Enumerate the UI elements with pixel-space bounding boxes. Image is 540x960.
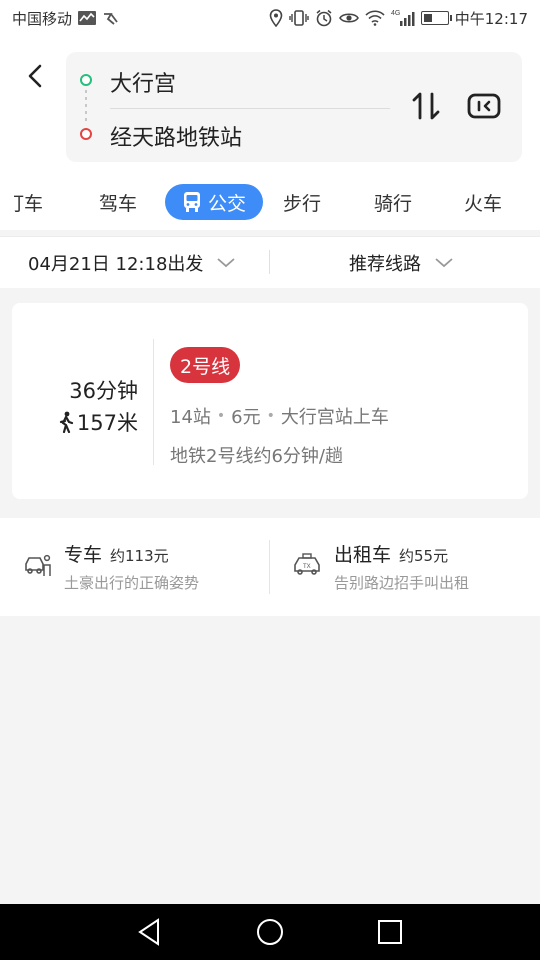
origin-input[interactable]: 大行宫	[110, 66, 176, 98]
tab-taxi[interactable]: 打车	[0, 184, 54, 220]
fare: 6元	[231, 407, 261, 428]
walk-distance: 157米	[57, 407, 138, 437]
triangle-back-icon	[138, 918, 159, 946]
service-name: 专车	[64, 544, 103, 566]
departure-time-dropdown[interactable]: 04月21日 12:18出发	[28, 237, 235, 289]
carrier-label: 中国移动	[12, 9, 73, 28]
system-nav-bar	[0, 904, 540, 960]
route-connector	[85, 90, 87, 122]
location-icon	[269, 9, 283, 27]
service-subtitle: 告别路边招手叫出租	[334, 574, 470, 592]
tab-label: 火车	[463, 192, 502, 215]
chevron-down-icon	[435, 258, 453, 268]
activity-icon	[78, 11, 97, 25]
taxi-icon: TX	[294, 553, 320, 575]
car-icon	[25, 554, 51, 576]
service-subtitle: 土豪出行的正确姿势	[64, 574, 200, 592]
service-price: 约113元	[110, 547, 169, 565]
battery-level	[423, 14, 432, 22]
ride-services: 专车 约113元 土豪出行的正确姿势 TX 出租车 约55元 告别路边招手叫出租	[0, 518, 540, 616]
route-header: 大行宫 经天路地铁站	[0, 36, 540, 174]
route-divider-vertical	[153, 339, 154, 465]
tab-label: 驾车	[98, 192, 137, 215]
walk-distance-label: 157米	[76, 411, 138, 435]
premium-car-service[interactable]: 专车 约113元 土豪出行的正确姿势	[22, 540, 262, 594]
nav-back-button[interactable]	[134, 916, 166, 948]
taxi-service[interactable]: TX 出租车 约55元 告别路边招手叫出租	[292, 540, 532, 594]
swap-icon	[412, 92, 440, 120]
chevron-down-icon	[217, 258, 235, 268]
clock: 中午12:17	[454, 9, 528, 28]
services-divider	[269, 540, 270, 594]
svg-text:TX: TX	[303, 564, 311, 570]
tab-bike[interactable]: 骑行	[361, 184, 425, 220]
more-options-button[interactable]	[466, 90, 502, 122]
filter-bar: 04月21日 12:18出发 推荐线路	[0, 236, 540, 288]
walking-icon	[59, 411, 74, 433]
service-price: 约55元	[399, 547, 449, 565]
tab-walk[interactable]: 步行	[270, 184, 334, 220]
route-meta: 14站 • 6元 • 大行宫站上车	[170, 403, 389, 429]
origin-dot-icon	[80, 74, 92, 86]
bus-icon	[183, 192, 200, 212]
route-preference-label: 推荐线路	[349, 254, 421, 275]
separator-dot: •	[216, 408, 226, 424]
square-recents-icon	[378, 920, 402, 944]
separator-dot: •	[266, 408, 275, 424]
boarding-station: 大行宫站上车	[280, 407, 389, 428]
vibrate-icon	[289, 10, 309, 26]
tab-drive[interactable]: 驾车	[86, 184, 150, 220]
nav-recents-button[interactable]	[374, 916, 406, 948]
stop-count: 14站	[170, 407, 211, 428]
chevron-left-icon	[28, 64, 42, 88]
line-badge: 2号线	[170, 347, 241, 383]
swap-route-button[interactable]	[410, 88, 442, 124]
tab-train[interactable]: 火车	[451, 184, 515, 220]
route-divider	[110, 108, 390, 109]
signal-icon: 4G	[391, 9, 415, 27]
service-title: 出租车 约55元	[334, 540, 448, 567]
network-type-label: 4G	[391, 10, 400, 17]
transport-mode-tabs: 打车 驾车 公交 步行 骑行 火车	[0, 174, 540, 230]
alarm-icon	[315, 9, 333, 27]
circle-home-icon	[257, 919, 283, 945]
tab-label: 打车	[4, 192, 43, 215]
tab-label: 步行	[282, 192, 321, 215]
status-bar: 中国移动 4G 中午12:17	[0, 0, 540, 36]
destination-input[interactable]: 经天路地铁站	[110, 120, 242, 152]
service-title: 专车 约113元	[64, 540, 169, 567]
route-input-card: 大行宫 经天路地铁站	[66, 52, 522, 162]
route-description: 地铁2号线约6分钟/趟	[170, 446, 343, 467]
departure-time-label: 04月21日 12:18出发	[28, 254, 204, 275]
tab-transit[interactable]: 公交	[165, 184, 263, 220]
destination-dot-icon	[80, 128, 92, 140]
filter-divider	[269, 250, 270, 274]
back-button[interactable]	[24, 62, 48, 90]
battery-icon	[420, 11, 452, 25]
nav-home-button[interactable]	[254, 916, 286, 948]
route-result-card[interactable]: 36分钟 157米 2号线 14站 • 6元 • 大行宫站上车 地铁2号线约6分…	[12, 303, 528, 499]
eye-icon	[338, 11, 359, 25]
tab-label: 公交	[207, 192, 246, 215]
tab-label: 骑行	[373, 192, 412, 215]
service-name: 出租车	[334, 544, 392, 566]
notification-icon	[102, 10, 120, 26]
route-preference-dropdown[interactable]: 推荐线路	[349, 237, 453, 289]
wifi-icon	[365, 10, 385, 26]
route-duration: 36分钟	[69, 379, 138, 403]
route-options-icon	[467, 93, 501, 119]
